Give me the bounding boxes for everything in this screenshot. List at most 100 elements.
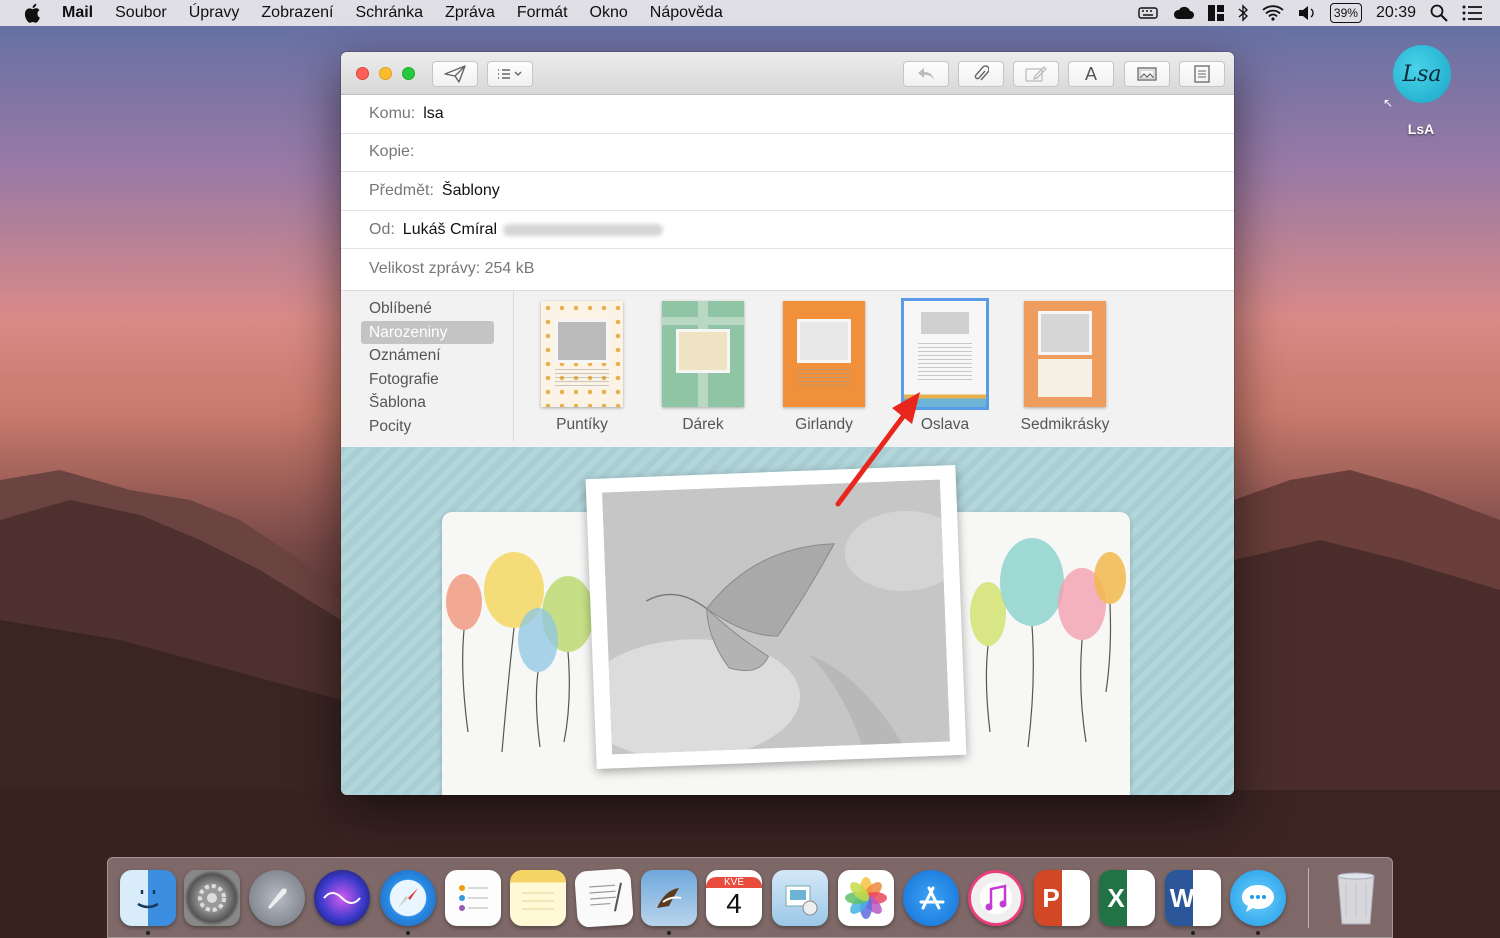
- menu-window[interactable]: Okno: [590, 4, 628, 22]
- list-chevron-icon: [498, 69, 522, 79]
- safari-icon[interactable]: [380, 870, 436, 926]
- template-thumbnail[interactable]: [662, 301, 744, 407]
- desktop-avatar-icon[interactable]: Lsa: [1393, 45, 1451, 103]
- photo-browser-button[interactable]: [1124, 61, 1170, 87]
- thumbnail-text-lines: [918, 343, 972, 383]
- excel-icon[interactable]: X: [1099, 870, 1155, 926]
- subject-value[interactable]: Šablony: [442, 182, 500, 200]
- category-divider: [513, 291, 514, 441]
- reminders-icon[interactable]: [445, 870, 501, 926]
- system-preferences-icon[interactable]: [184, 870, 240, 926]
- desktop-icon-label[interactable]: LsA: [1395, 121, 1447, 137]
- menu-help[interactable]: Nápověda: [650, 4, 723, 22]
- notes-icon[interactable]: [510, 870, 566, 926]
- template-thumbnail[interactable]: [1024, 301, 1106, 407]
- cc-field[interactable]: Kopie:: [341, 134, 1234, 173]
- preview-icon[interactable]: [772, 870, 828, 926]
- powerpoint-icon[interactable]: P: [1034, 870, 1090, 926]
- menu-file[interactable]: Soubor: [115, 4, 167, 22]
- template-daisies[interactable]: Sedmikrásky: [1010, 301, 1120, 434]
- attach-button[interactable]: [958, 61, 1004, 87]
- subject-label: Předmět:: [369, 181, 434, 199]
- category-announcements[interactable]: Oznámení: [361, 344, 494, 368]
- font-letter-icon: A: [1084, 63, 1097, 84]
- photos-icon[interactable]: [838, 870, 894, 926]
- spotlight-search-icon[interactable]: [1430, 3, 1448, 23]
- app-store-icon[interactable]: [903, 870, 959, 926]
- send-button[interactable]: [432, 61, 478, 87]
- to-recipient[interactable]: lsa: [423, 105, 443, 123]
- menu-mailbox[interactable]: Schránka: [355, 4, 423, 22]
- thumbnail-photo-placeholder: [918, 309, 972, 337]
- clock[interactable]: 20:39: [1376, 3, 1416, 23]
- trash-icon[interactable]: [1328, 870, 1384, 926]
- dock: KVĚ 4 P X W: [107, 857, 1393, 938]
- minimize-button[interactable]: [379, 67, 392, 80]
- thumbnail-photo-placeholder: [797, 319, 851, 363]
- stationery-button[interactable]: [1179, 61, 1225, 87]
- notification-center-icon[interactable]: [1462, 3, 1482, 23]
- zoom-button[interactable]: [402, 67, 415, 80]
- from-value[interactable]: Lukáš Cmíral: [403, 221, 497, 239]
- messages-icon[interactable]: [1230, 870, 1286, 926]
- markup-button[interactable]: [1013, 61, 1059, 87]
- powerpoint-letter-icon: P: [1042, 882, 1060, 913]
- finder-running-indicator: [146, 931, 150, 935]
- category-stationery[interactable]: Šablona: [361, 391, 494, 415]
- butterfly-placeholder-image: [602, 479, 950, 755]
- close-button[interactable]: [356, 67, 369, 80]
- menu-app-name[interactable]: Mail: [62, 4, 93, 22]
- from-field[interactable]: Od: Lukáš Cmíral: [341, 211, 1234, 250]
- calendar-icon[interactable]: KVĚ 4: [706, 870, 762, 926]
- template-thumbnail[interactable]: [783, 301, 865, 407]
- menu-format[interactable]: Formát: [517, 4, 568, 22]
- template-polka-dots[interactable]: Puntíky: [527, 301, 637, 434]
- category-sentiments[interactable]: Pocity: [361, 415, 494, 439]
- format-fonts-button[interactable]: A: [1068, 61, 1114, 87]
- reply-button[interactable]: [903, 61, 949, 87]
- volume-icon[interactable]: [1298, 3, 1316, 23]
- word-letter-icon: W: [1169, 882, 1195, 913]
- template-gift[interactable]: Dárek: [648, 301, 758, 434]
- template-thumbnail-selected[interactable]: [901, 298, 989, 410]
- photo-placeholder[interactable]: [602, 479, 950, 755]
- menu-view[interactable]: Zobrazení: [261, 4, 333, 22]
- bluetooth-icon[interactable]: [1238, 3, 1248, 23]
- right-balloons-illustration: [970, 538, 1126, 748]
- photo-icon: [1137, 67, 1157, 81]
- itunes-icon[interactable]: [968, 870, 1024, 926]
- menu-message[interactable]: Zpráva: [445, 4, 495, 22]
- category-favorites[interactable]: Oblíbené: [361, 297, 494, 321]
- menu-edit[interactable]: Úpravy: [189, 4, 240, 22]
- subject-field[interactable]: Předmět: Šablony: [341, 172, 1234, 211]
- window-toolbar: A: [341, 52, 1234, 95]
- mail-icon[interactable]: [641, 870, 697, 926]
- wifi-icon[interactable]: [1262, 3, 1284, 23]
- message-size-text: Velikost zprávy: 254 kB: [369, 259, 535, 277]
- word-running-indicator: [1191, 931, 1195, 935]
- category-birthdays[interactable]: Narozeniny: [361, 320, 494, 344]
- header-fields-menu-button[interactable]: [487, 61, 533, 87]
- template-thumbnail[interactable]: [541, 301, 623, 407]
- textedit-icon[interactable]: [574, 868, 634, 928]
- alias-arrow-icon: ↖: [1383, 96, 1394, 110]
- cloud-icon[interactable]: [1172, 3, 1194, 23]
- finder-icon[interactable]: [120, 870, 176, 926]
- battery-indicator[interactable]: 39%: [1329, 3, 1362, 23]
- template-label: Dárek: [682, 416, 724, 433]
- layout-icon[interactable]: [1207, 3, 1224, 23]
- template-celebration[interactable]: Oslava: [890, 298, 1000, 434]
- excel-letter-icon: X: [1107, 882, 1125, 913]
- category-photos[interactable]: Fotografie: [361, 368, 494, 392]
- messages-running-indicator: [1256, 931, 1260, 935]
- apple-logo-icon[interactable]: [22, 2, 44, 24]
- siri-icon[interactable]: [314, 870, 370, 926]
- header-fields: Komu: lsa Kopie: Předmět: Šablony Od: Lu…: [341, 95, 1234, 288]
- keyboard-icon[interactable]: [1138, 3, 1158, 23]
- message-body-preview[interactable]: [341, 447, 1234, 795]
- template-garlands[interactable]: Girlandy: [769, 301, 879, 434]
- paperclip-icon: [974, 65, 989, 81]
- to-field[interactable]: Komu: lsa: [341, 95, 1234, 134]
- launchpad-icon[interactable]: [249, 870, 305, 926]
- word-icon[interactable]: W: [1165, 870, 1221, 926]
